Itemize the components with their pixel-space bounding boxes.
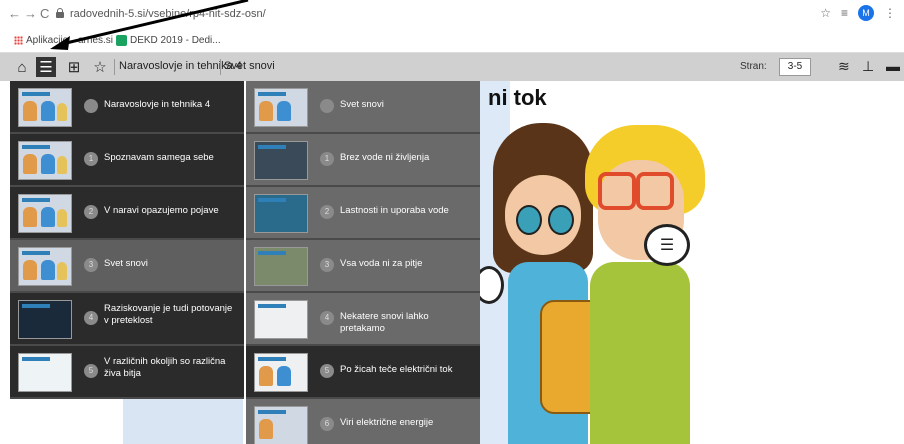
avatar[interactable]: M	[858, 5, 874, 21]
menu-item[interactable]: 1 Brez vode ni življenja	[246, 134, 480, 187]
menu-item-label: Svet snovi	[104, 258, 148, 269]
lock-icon	[56, 8, 64, 18]
favorites-star-icon[interactable]: ☆	[90, 57, 110, 77]
item-number: 2	[84, 205, 98, 219]
thumbnail	[18, 353, 72, 392]
thumbnail	[18, 141, 72, 180]
menu-column-chapters: Svet snovi 1 Brez vode ni življenja 2 La…	[246, 81, 480, 444]
thumbnail	[254, 300, 308, 339]
sitemap-icon[interactable]: ⊞	[64, 57, 84, 77]
boy-body	[590, 262, 690, 444]
structure-icon[interactable]: ⊥	[862, 58, 878, 74]
menu-item-label: Viri električne energije	[340, 417, 434, 428]
menu-item-label: Po žicah teče električni tok	[340, 364, 453, 375]
menu-item-label: Lastnosti in uporaba vode	[340, 205, 449, 216]
menu-item[interactable]: Naravoslovje in tehnika 4	[10, 81, 244, 134]
menu-item-label: Svet snovi	[340, 99, 384, 110]
menu-item[interactable]: 2 V naravi opazujemo pojave	[10, 187, 244, 240]
bookmarks-bar: Aplikacije arnes.si DEKD 2019 - Dedi...	[0, 30, 904, 53]
glasses	[636, 172, 674, 210]
speech-bubble-icon[interactable]: ☰	[644, 224, 690, 266]
menu-item-label: Nekatere snovi lahko pretakamo	[340, 311, 429, 334]
app-toolbar: ⌂ ☰ ⊞ ☆ Naravoslovje in tehnika 4 Svet s…	[0, 53, 904, 81]
item-number: 4	[84, 311, 98, 325]
bookmark-label: Aplikacije	[26, 35, 69, 46]
menu-item[interactable]: 3 Vsa voda ni za pitje	[246, 240, 480, 293]
menu-item-label: Naravoslovje in tehnika 4	[104, 99, 211, 110]
layers-icon[interactable]: ≋	[838, 58, 854, 74]
menu-item[interactable]: 5 V različnih okoljih so različna živa b…	[10, 346, 244, 399]
menu-item[interactable]: Svet snovi	[246, 81, 480, 134]
menu-item-label: V naravi opazujemo pojave	[104, 205, 219, 216]
url-text[interactable]: radovednih-5.si/vsebine/rp4-nit-sdz-osn/	[70, 8, 266, 20]
page-label: Stran:	[740, 61, 767, 72]
item-number: 6	[320, 417, 334, 431]
extension-icon[interactable]: ≡	[841, 6, 848, 20]
menu-item[interactable]: 2 Lastnosti in uporaba vode	[246, 187, 480, 240]
item-number: 1	[320, 152, 334, 166]
menu-item-selected[interactable]: 5 Po žicah teče električni tok	[246, 346, 480, 399]
thumbnail	[254, 141, 308, 180]
bookmark-apps[interactable]: Aplikacije	[14, 35, 68, 46]
menu-item[interactable]: 4 Raziskovanje je tudi potovanje v prete…	[10, 293, 244, 346]
back-icon[interactable]: ←	[8, 6, 21, 21]
item-number: 1	[84, 152, 98, 166]
page-title: ni tok	[488, 85, 547, 110]
bookmark-label: DEKD 2019 - Dedi...	[130, 35, 221, 46]
item-number: 3	[84, 258, 98, 272]
bookmark-arnes[interactable]: arnes.si	[78, 35, 113, 46]
menu-item-label: Brez vode ni življenja	[340, 152, 430, 163]
item-number: 5	[320, 364, 334, 378]
toolbar-divider	[114, 59, 115, 75]
reload-icon[interactable]: C	[40, 6, 49, 21]
item-number: 4	[320, 311, 334, 325]
toolbar-divider	[220, 59, 221, 75]
thumbnail	[254, 194, 308, 233]
girl-eye	[516, 205, 542, 235]
thumbnail	[254, 88, 308, 127]
star-icon[interactable]: ☆	[820, 6, 831, 20]
more-icon[interactable]: ⋮	[884, 6, 896, 20]
bookmark-favicon-icon	[116, 35, 127, 46]
forward-icon[interactable]: →	[24, 6, 37, 21]
apps-grid-icon	[14, 36, 23, 45]
thumbnail	[18, 247, 72, 286]
menu-item-selected[interactable]: 3 Svet snovi	[10, 240, 244, 293]
glasses	[598, 172, 636, 210]
bookmark-dekd[interactable]: DEKD 2019 - Dedi...	[116, 35, 221, 46]
item-number	[320, 99, 334, 113]
table-of-contents-menu: Naravoslovje in tehnika 4 1 Spoznavam sa…	[10, 81, 480, 444]
menu-item[interactable]: 4 Nekatere snovi lahko pretakamo	[246, 293, 480, 346]
home-icon[interactable]: ⌂	[12, 57, 32, 77]
item-number: 5	[84, 364, 98, 378]
item-number: 3	[320, 258, 334, 272]
browser-address-bar: ← → C radovednih-5.si/vsebine/rp4-nit-sd…	[0, 0, 904, 30]
item-number: 2	[320, 205, 334, 219]
menu-item-label: Spoznavam samega sebe	[104, 152, 214, 163]
breadcrumb-chapter[interactable]: Svet snovi	[224, 60, 275, 72]
menu-item-label: Raziskovanje je tudi potovanje v pretekl…	[104, 303, 233, 326]
menu-item[interactable]: 1 Spoznavam samega sebe	[10, 134, 244, 187]
menu-item-label: V različnih okoljih so različna živa bit…	[104, 356, 226, 379]
thumbnail	[18, 194, 72, 233]
thumbnail	[254, 247, 308, 286]
menu-item[interactable]: 6 Viri električne energije	[246, 399, 480, 444]
menu-column-subjects: Naravoslovje in tehnika 4 1 Spoznavam sa…	[10, 81, 244, 399]
bookmark-label: arnes.si	[78, 35, 114, 46]
thumbnail	[18, 88, 72, 127]
briefcase-icon[interactable]: ▬	[886, 58, 902, 74]
thumbnail	[254, 406, 308, 444]
page-number-input[interactable]: 3-5	[779, 58, 811, 76]
table-of-contents-icon[interactable]: ☰	[36, 57, 56, 77]
item-number	[84, 99, 98, 113]
menu-item-label: Vsa voda ni za pitje	[340, 258, 423, 269]
thumbnail	[254, 353, 308, 392]
girl-eye	[548, 205, 574, 235]
thumbnail	[18, 300, 72, 339]
